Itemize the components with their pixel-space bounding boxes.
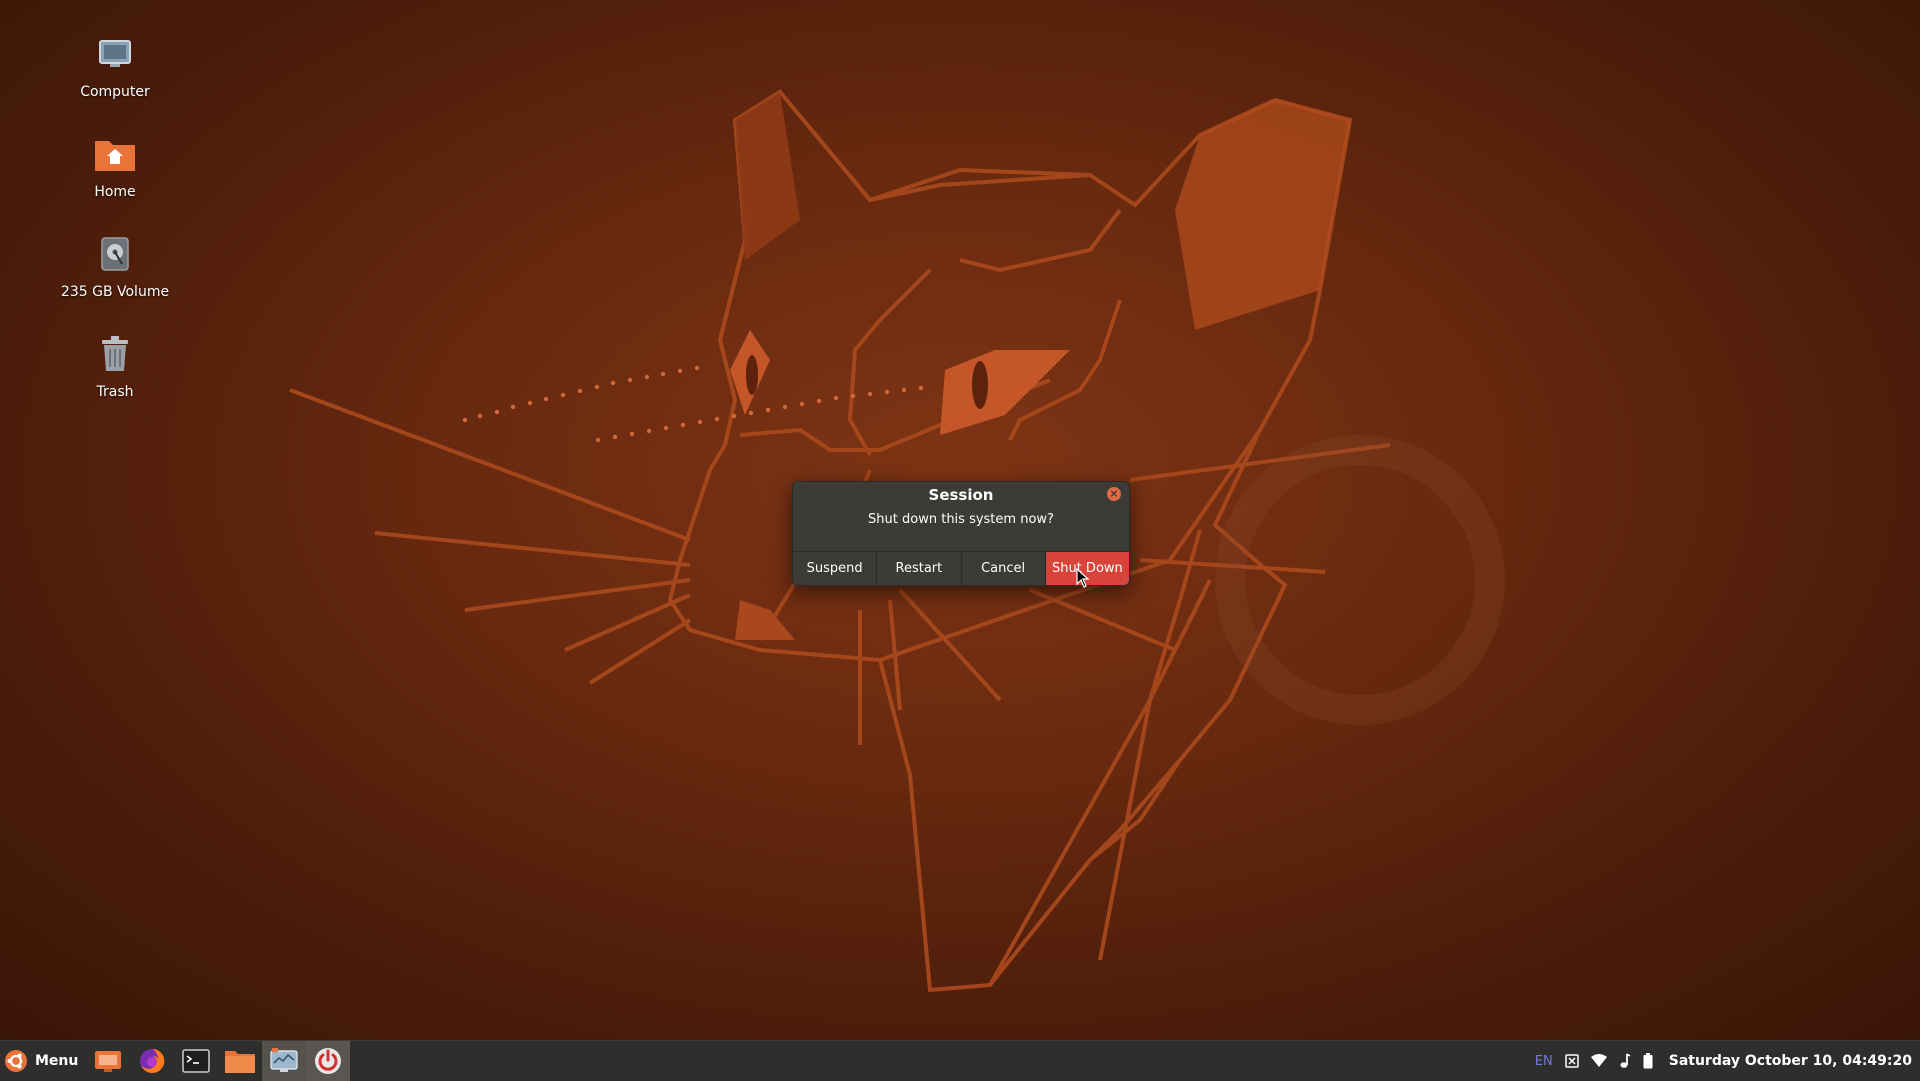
taskbar: Menu EN Saturday October 10, 04:49:20 [0,1040,1920,1081]
show-desktop-button[interactable] [86,1041,130,1081]
dialog-message: Shut down this system now? [868,512,1054,527]
power-icon [315,1048,342,1074]
desktop: Computer Home 235 GB Volume Trash Sessio… [0,0,1920,1040]
close-icon[interactable]: × [1107,487,1121,501]
system-monitor-icon [270,1048,298,1072]
desktop-icon-label: 235 GB Volume [60,284,170,300]
desktop-icon-home[interactable]: Home [40,130,190,200]
menu-button[interactable]: Menu [0,1041,86,1081]
desktop-icon-label: Trash [96,384,134,400]
cancel-button[interactable]: Cancel [962,552,1046,585]
drive-icon [91,230,139,278]
firefox-icon [140,1048,165,1073]
desktop-icon-trash[interactable]: Trash [40,330,190,400]
power-launcher[interactable] [306,1041,351,1081]
system-monitor-launcher[interactable] [262,1041,307,1081]
firefox-launcher[interactable] [130,1041,174,1081]
menu-label: Menu [35,1053,79,1069]
keyboard-layout-indicator[interactable]: EN [1535,1054,1553,1069]
notifications-icon[interactable] [1564,1054,1579,1068]
terminal-launcher[interactable] [174,1041,218,1081]
desktop-icon-label: Home [94,184,136,200]
restart-button[interactable]: Restart [877,552,962,585]
computer-icon [91,30,139,78]
sound-icon[interactable] [1619,1053,1631,1069]
wifi-icon[interactable] [1590,1054,1607,1068]
desktop-icon-volume[interactable]: 235 GB Volume [40,230,190,300]
dialog-title: Session [928,486,994,504]
desktop-icon-computer[interactable]: Computer [40,30,190,100]
desktop-icon [95,1051,122,1072]
trash-icon [91,330,139,378]
system-tray: EN Saturday October 10, 04:49:20 [1535,1053,1920,1069]
terminal-icon [182,1049,211,1073]
suspend-button[interactable]: Suspend [793,552,878,585]
files-icon [225,1051,256,1073]
battery-icon[interactable] [1643,1053,1653,1069]
home-folder-icon [91,130,139,178]
mouse-pointer-icon [1076,568,1090,588]
desktop-icon-label: Computer [80,84,150,100]
clock[interactable]: Saturday October 10, 04:49:20 [1669,1053,1912,1069]
files-launcher[interactable] [218,1041,262,1081]
ubuntu-logo-icon [5,1050,27,1072]
